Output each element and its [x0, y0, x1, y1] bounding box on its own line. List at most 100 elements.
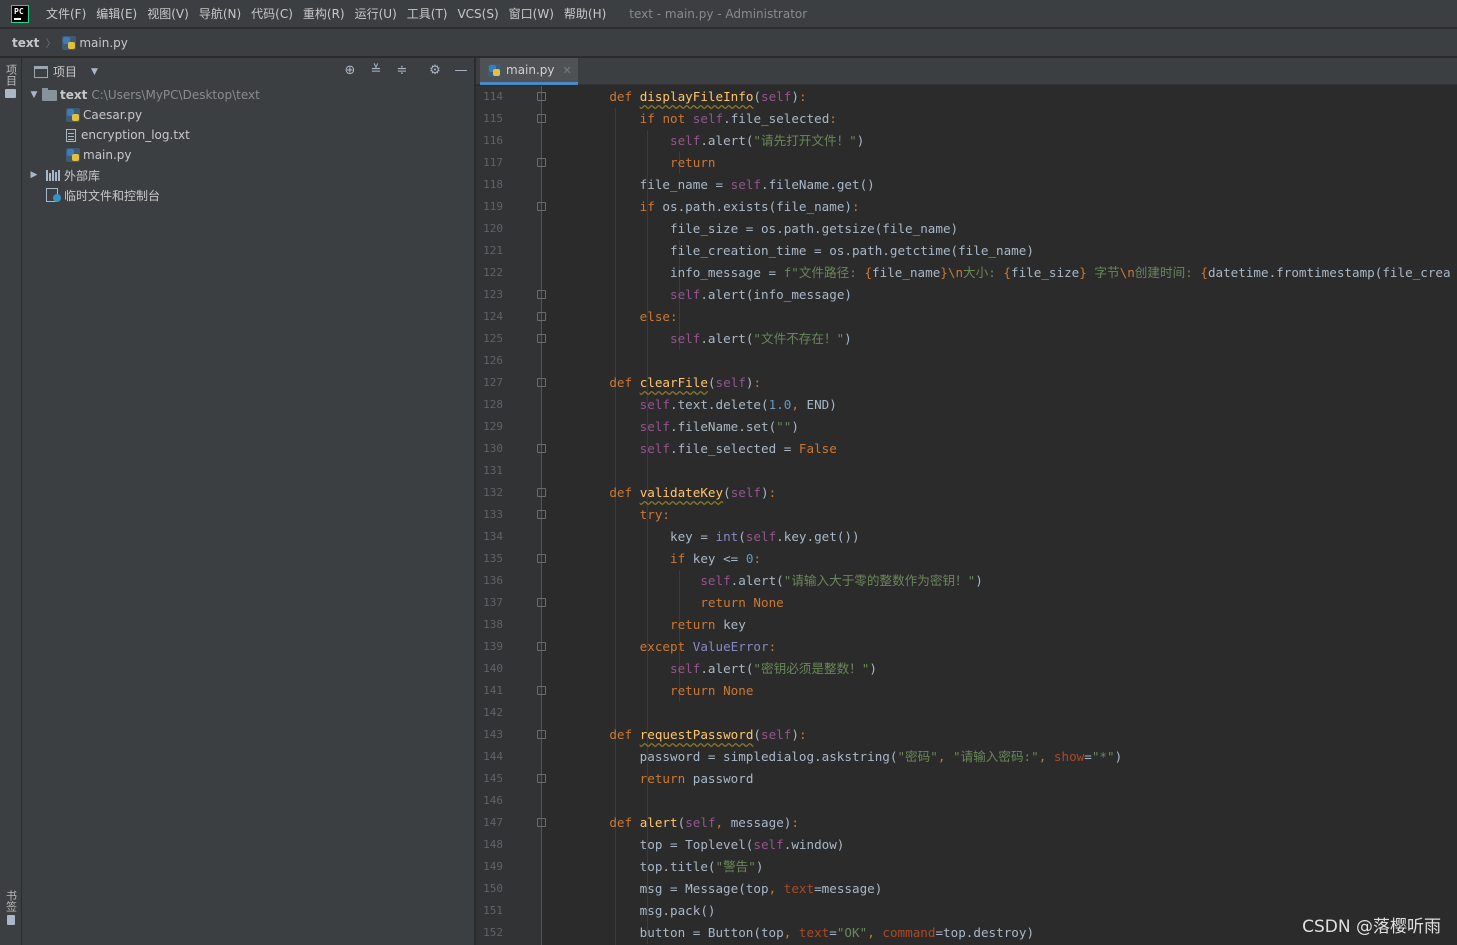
code-line: if not self.file_selected: [639, 111, 837, 126]
code-line: return key [670, 617, 746, 632]
line-number: 139 [483, 640, 503, 653]
line-number: 141 [483, 684, 503, 697]
tree-item-scratches[interactable]: 临时文件和控制台 [22, 185, 474, 205]
line-number: 151 [483, 904, 503, 917]
line-number: 145 [483, 772, 503, 785]
project-panel-title[interactable]: 项目 [53, 63, 77, 80]
code-line: file_creation_time = os.path.getctime(fi… [579, 243, 1034, 258]
tree-item-label: 临时文件和控制台 [64, 188, 161, 203]
project-tool-tab[interactable]: 项目 [0, 64, 21, 98]
line-number: 115 [483, 112, 503, 125]
window-title: text - main.py - Administrator [629, 6, 808, 21]
code-line: return None [700, 595, 784, 610]
menu-edit[interactable]: 编辑(E) [91, 0, 142, 28]
line-number: 130 [483, 442, 503, 455]
expand-all-icon[interactable]: ≚ [368, 63, 384, 79]
line-number: 119 [483, 200, 503, 213]
menu-bar: PC 文件(F) 编辑(E) 视图(V) 导航(N) 代码(C) 重构(R) 运… [0, 0, 1457, 28]
code-line: self.text.delete(1.0, END) [639, 397, 837, 412]
close-icon[interactable]: ✕ [563, 64, 572, 77]
left-tool-strip: 项目 书签 [0, 58, 22, 945]
pycharm-logo-icon[interactable]: PC [11, 4, 29, 23]
menu-run[interactable]: 运行(U) [350, 0, 402, 28]
line-number: 126 [483, 354, 503, 367]
chevron-down-icon[interactable]: ▼ [28, 90, 40, 100]
code-line: self.alert("请先打开文件！") [670, 133, 865, 148]
code-line: try: [639, 507, 671, 522]
hide-icon[interactable]: — [453, 63, 469, 79]
line-number: 142 [483, 706, 503, 719]
chevron-right-icon[interactable]: ▶ [28, 170, 40, 180]
python-file-icon [62, 35, 77, 50]
menu-refactor[interactable]: 重构(R) [298, 0, 350, 28]
line-number: 144 [483, 750, 503, 763]
menu-navigate[interactable]: 导航(N) [194, 0, 246, 28]
code-line: def requestPassword(self): [609, 727, 807, 742]
line-number: 133 [483, 508, 503, 521]
watermark: CSDN @落樱听雨 [1302, 917, 1441, 937]
menu-window[interactable]: 窗口(W) [504, 0, 559, 28]
folder-icon [5, 89, 16, 98]
code-line: top.title("警告") [579, 859, 764, 874]
line-number: 147 [483, 816, 503, 829]
menu-file[interactable]: 文件(F) [41, 0, 91, 28]
code-line: key = int(self.key.get()) [579, 529, 860, 544]
project-tool-tab-label: 项目 [4, 64, 18, 86]
menu-tools[interactable]: 工具(T) [402, 0, 453, 28]
editor-gutter: 114 115 116 117 118 119 120 121 122 123 124 125 126 1… [476, 86, 546, 945]
code-line: msg.pack() [579, 903, 716, 918]
locate-icon[interactable]: ⊕ [342, 63, 358, 79]
editor-tab-bar: main.py ✕ [476, 58, 1457, 85]
python-file-icon [488, 63, 501, 77]
line-number: 131 [483, 464, 503, 477]
collapse-all-icon[interactable]: ≑ [394, 63, 410, 79]
breadcrumb: text 〉 main.py [0, 29, 1457, 57]
line-number: 122 [483, 266, 503, 279]
python-file-icon [66, 108, 80, 122]
bookmarks-tool-tab[interactable]: 书签 [0, 890, 21, 925]
tree-root-text[interactable]: ▼ text C:\Users\MyPC\Desktop\text [22, 85, 474, 105]
menu-code[interactable]: 代码(C) [246, 0, 298, 28]
tab-label: main.py [506, 63, 555, 77]
ide-window: PC 文件(F) 编辑(E) 视图(V) 导航(N) 代码(C) 重构(R) 运… [0, 0, 1457, 945]
menu-help[interactable]: 帮助(H) [559, 0, 611, 28]
tree-item-label: main.py [83, 148, 132, 162]
menu-vcs[interactable]: VCS(S) [452, 0, 503, 28]
line-number: 125 [483, 332, 503, 345]
code-line: self.alert("文件不存在！") [670, 331, 852, 346]
code-line: msg = Message(top, text=message) [579, 881, 883, 896]
code-editor: main.py ✕ 114 115 116 117 118 119 120 121 122 123… [476, 58, 1457, 945]
line-number: 118 [483, 178, 503, 191]
line-number: 117 [483, 156, 503, 169]
code-area[interactable]: def displayFileInfo(self): if not self.f… [543, 86, 1457, 945]
tree-item-encryption-log[interactable]: encryption_log.txt [22, 125, 474, 145]
line-number: 143 [483, 728, 503, 741]
tree-root-path: C:\Users\MyPC\Desktop\text [91, 88, 260, 102]
project-panel: 项目 ▼ ⊕ ≚ ≑ ⚙ — ▼ text C:\Users\MyPC\Desk… [22, 58, 475, 945]
tree-item-external-libraries[interactable]: ▶ 外部库 [22, 165, 474, 185]
python-file-icon [66, 148, 80, 162]
code-line: if key <= 0: [670, 551, 762, 566]
gear-icon[interactable]: ⚙ [427, 63, 443, 79]
line-number: 114 [483, 90, 503, 103]
code-line: self.alert("请输入大于零的整数作为密钥！") [700, 573, 983, 588]
line-number: 129 [483, 420, 503, 433]
breadcrumb-project[interactable]: text [12, 36, 39, 50]
menu-view[interactable]: 视图(V) [142, 0, 194, 28]
code-line: top = Toplevel(self.window) [579, 837, 845, 852]
line-number: 150 [483, 882, 503, 895]
tab-main-py[interactable]: main.py ✕ [480, 58, 578, 85]
chevron-down-icon[interactable]: ▼ [91, 67, 98, 77]
code-line: def alert(self, message): [609, 815, 799, 830]
line-number: 128 [483, 398, 503, 411]
tree-item-main[interactable]: main.py [22, 145, 474, 165]
code-line: except ValueError: [639, 639, 777, 654]
breadcrumb-file[interactable]: main.py [79, 36, 128, 50]
line-number: 127 [483, 376, 503, 389]
code-line: self.alert(info_message) [670, 287, 852, 302]
project-panel-header: 项目 ▼ ⊕ ≚ ≑ ⚙ — [22, 58, 474, 85]
tree-item-caesar[interactable]: Caesar.py [22, 105, 474, 125]
code-line: info_message = f"文件路径: {file_name}\n大小: … [579, 265, 1451, 280]
code-line: def displayFileInfo(self): [609, 89, 807, 104]
line-number: 116 [483, 134, 503, 147]
